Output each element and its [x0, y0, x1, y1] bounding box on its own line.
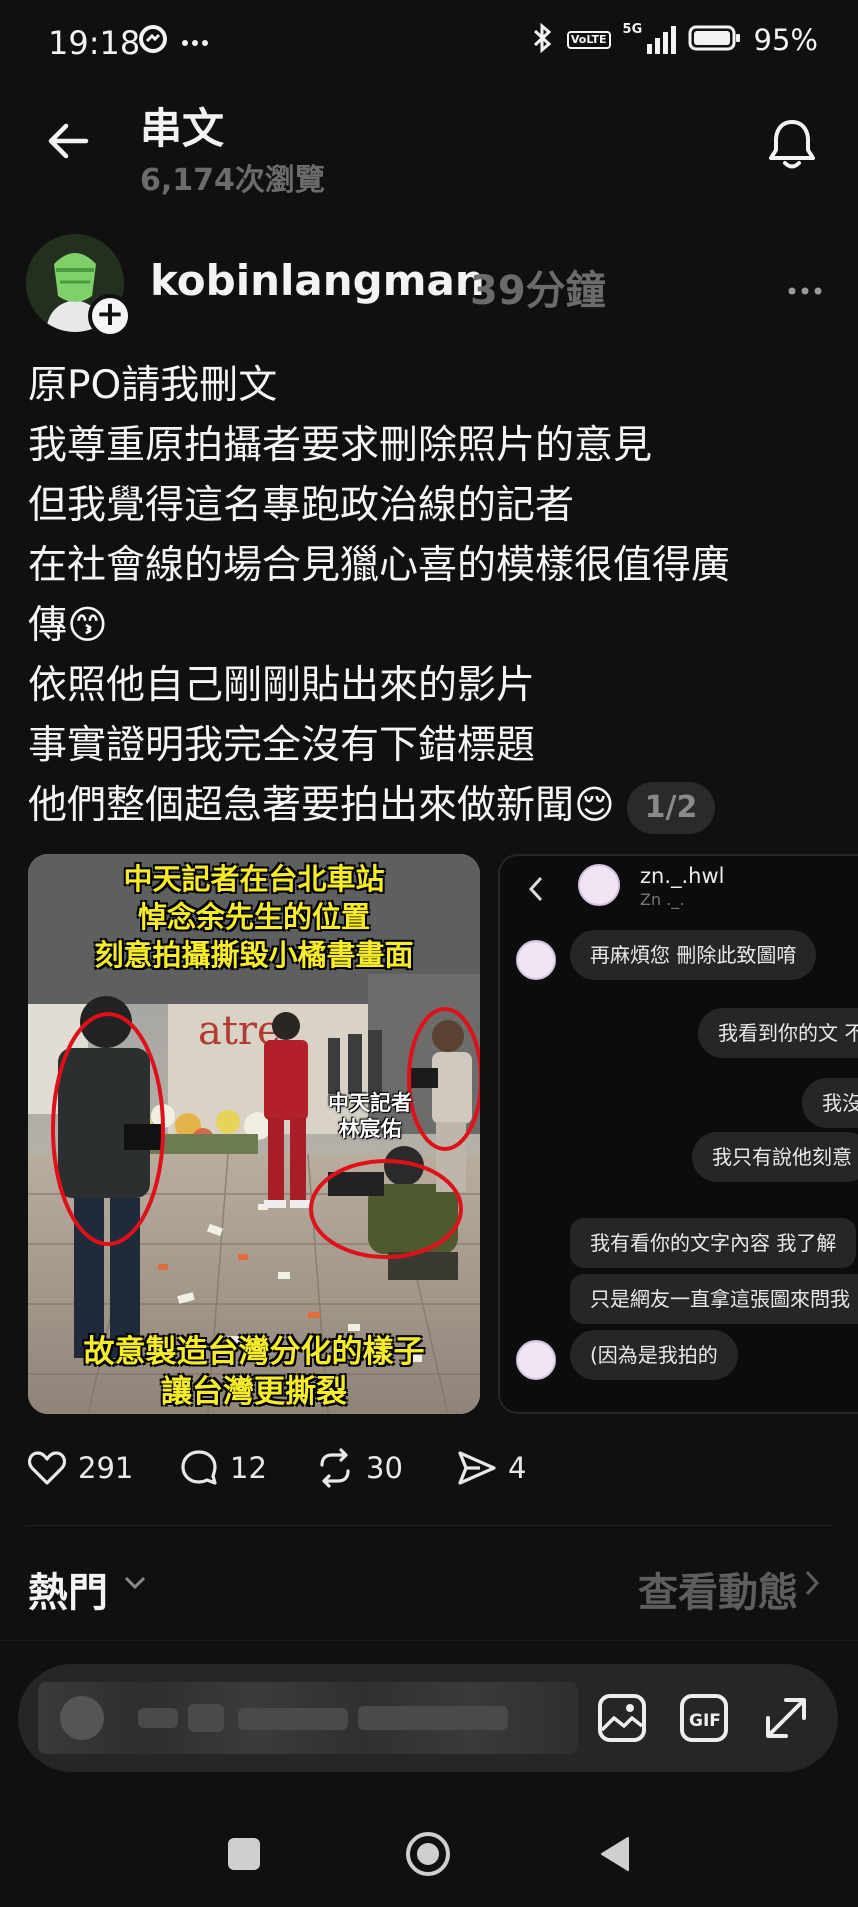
- send-icon: [458, 1451, 496, 1485]
- post-line: 事實證明我完全沒有下錯標題: [28, 723, 536, 768]
- expand-icon: [766, 1698, 806, 1738]
- recents-button[interactable]: [228, 1838, 260, 1870]
- chat-bubble-incoming: (因為是我拍的: [570, 1330, 738, 1380]
- image-caption-bottom: 故意製造台灣分化的樣子 讓台灣更撕裂: [28, 1332, 480, 1412]
- messenger-icon: [138, 24, 168, 58]
- post-line-text: 他們整個超急著要拍出來做新聞😌: [28, 783, 615, 828]
- post-line: 原PO請我刪文: [28, 363, 278, 408]
- view-activity-link[interactable]: 查看動態: [638, 1560, 798, 1618]
- chat-bubble-incoming: 我有看你的文字內容 我了解: [570, 1218, 857, 1268]
- status-bar: 19:18 VoLTE 5G 95%: [0, 0, 858, 90]
- post-line: 依照他自己剛剛貼出來的影片: [28, 663, 536, 708]
- battery-icon: [688, 24, 742, 56]
- heart-icon: [27, 1451, 67, 1485]
- notifications-button[interactable]: [766, 116, 818, 172]
- chat-bubble-outgoing: 我沒: [802, 1078, 858, 1128]
- caption-line: 中天記者在台北車站: [123, 862, 385, 896]
- chevron-left-icon: [528, 876, 543, 902]
- chat-bubble-outgoing: 我只有說他刻意: [692, 1132, 858, 1182]
- chevron-down-icon[interactable]: [122, 1570, 148, 1596]
- chat-contact-name: zn._.hwl: [640, 864, 725, 888]
- chat-avatar: [578, 864, 620, 906]
- repost-button[interactable]: 30: [314, 1442, 403, 1494]
- reply-bar: GIF: [18, 1664, 838, 1772]
- chat-bubble-incoming: 只是網友一直拿這張圖來問我: [570, 1274, 858, 1324]
- gif-button[interactable]: GIF: [676, 1690, 732, 1746]
- comment-count: 12: [230, 1451, 267, 1485]
- caption-line: 悼念余先生的位置: [137, 900, 370, 934]
- post-line: 但我覺得這名專跑政治線的記者: [28, 483, 575, 528]
- share-count: 4: [508, 1451, 527, 1485]
- post-line: 在社會線的場合見獵心喜的模樣很值得廣: [28, 543, 731, 588]
- more-options-button[interactable]: [788, 264, 822, 305]
- post-actions: 291 12 30 4: [26, 1442, 826, 1494]
- bell-icon: [769, 120, 815, 169]
- image-button[interactable]: [594, 1690, 650, 1746]
- divider: [0, 1640, 858, 1641]
- chat-bubble-outgoing: 我看到你的文 不: [698, 1008, 858, 1058]
- arrow-left-icon: [48, 123, 89, 159]
- person-label: 中天記者 林宸佑: [300, 1090, 440, 1142]
- home-button[interactable]: [404, 1830, 452, 1878]
- system-back-button[interactable]: [598, 1834, 632, 1874]
- follow-button[interactable]: +: [88, 294, 132, 338]
- chat-avatar: [516, 940, 556, 980]
- caption-line: 讓台灣更撕裂: [161, 1374, 347, 1410]
- post-image-2[interactable]: zn._.hwl Zn ._. 再麻煩您 刪除此致圖唷 我看到你的文 不 我沒 …: [498, 854, 858, 1414]
- volte-icon: VoLTE: [566, 31, 611, 49]
- post-author[interactable]: kobinlangman: [150, 256, 485, 305]
- post-line: 我尊重原拍攝者要求刪除照片的意見: [28, 423, 653, 468]
- caption-line: 刻意拍攝撕毀小橘書畫面: [94, 938, 414, 972]
- repost-count: 30: [366, 1451, 403, 1485]
- label-line: 林宸佑: [338, 1117, 402, 1141]
- page-title: 串文: [140, 104, 225, 153]
- post-image-1[interactable]: atre 中天記者在台北車站 悼念余先生的位置 刻意拍攝撕毀小橘書畫面 中天記者…: [28, 854, 480, 1414]
- battery-percent: 95%: [753, 23, 818, 57]
- status-time: 19:18: [48, 24, 141, 62]
- post-line: 傳😙: [28, 603, 108, 648]
- chat-contact-handle: Zn ._.: [640, 890, 685, 909]
- caption-line: 故意製造台灣分化的樣子: [83, 1334, 425, 1370]
- back-button[interactable]: [42, 115, 94, 167]
- share-button[interactable]: 4: [456, 1442, 526, 1494]
- chat-bubble-incoming: 再麻煩您 刪除此致圖唷: [570, 930, 817, 980]
- sort-dropdown[interactable]: 熱門: [28, 1560, 108, 1618]
- view-count: 6,174次瀏覽: [140, 163, 325, 198]
- like-count: 291: [78, 1451, 134, 1485]
- divider: [26, 1525, 832, 1526]
- repost-icon: [320, 1448, 350, 1488]
- image-caption-top: 中天記者在台北車站 悼念余先生的位置 刻意拍攝撕毀小橘書畫面: [28, 860, 480, 974]
- post-line-last: 他們整個超急著要拍出來做新聞😌 1/2: [28, 776, 838, 836]
- more-dots-icon: [182, 32, 208, 51]
- comment-icon: [181, 1450, 217, 1485]
- image-icon: [598, 1694, 646, 1742]
- chat-avatar: [516, 1340, 556, 1380]
- gif-icon: GIF: [680, 1694, 728, 1742]
- comment-button[interactable]: 12: [178, 1442, 267, 1494]
- chevron-right-icon[interactable]: [802, 1568, 822, 1598]
- post-body: 原PO請我刪文 我尊重原拍攝者要求刪除照片的意見 但我覺得這名專跑政治線的記者 …: [28, 356, 838, 836]
- post-time: 39分鐘: [470, 268, 606, 314]
- svg-text:GIF: GIF: [689, 1711, 721, 1731]
- like-button[interactable]: 291: [26, 1442, 133, 1494]
- label-line: 中天記者: [328, 1091, 412, 1115]
- bluetooth-icon: [531, 22, 555, 58]
- signal-icon: 5G: [623, 22, 676, 54]
- page-indicator: 1/2: [626, 781, 716, 834]
- reply-input[interactable]: [38, 1682, 578, 1754]
- more-dots-icon: [788, 287, 822, 295]
- expand-button[interactable]: [758, 1690, 814, 1746]
